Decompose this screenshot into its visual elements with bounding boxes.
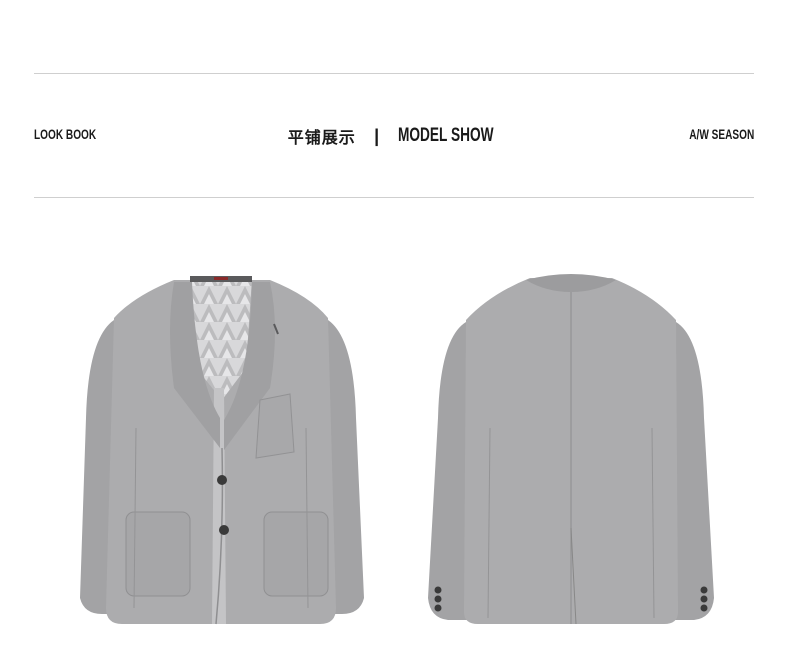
top-divider [34, 73, 754, 74]
season-label: A/W SEASON [689, 126, 754, 142]
section-title: 平铺展示 | MODEL SHOW [0, 124, 790, 148]
title-chinese: 平铺展示 [287, 128, 356, 147]
title-english: MODEL SHOW [397, 125, 494, 146]
bottom-divider [34, 197, 754, 198]
title-separator: | [374, 125, 380, 146]
blazer-back-image [428, 274, 714, 625]
blazer-front-image [80, 276, 364, 625]
